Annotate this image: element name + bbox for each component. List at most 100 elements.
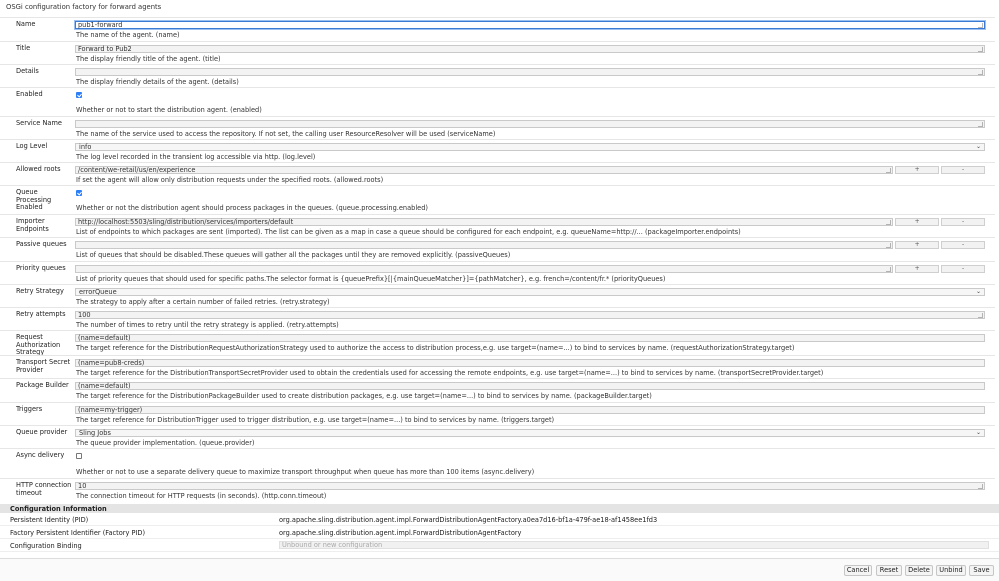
resize-grip-icon[interactable] [978, 70, 983, 75]
queue-provider-value: Sling Jobs [79, 429, 111, 437]
section-heading: Configuration Information [0, 504, 999, 513]
add-entry-button[interactable]: + [895, 265, 940, 273]
binding-field[interactable]: Unbound or new configuration [279, 541, 989, 549]
field-label: Request Authorization Strategy [16, 333, 61, 356]
retry-strategy-select[interactable]: errorQueue ⌄ [75, 288, 985, 296]
factory-pid-label: Factory Persistent Identifier (Factory P… [10, 529, 146, 537]
title-input[interactable]: Forward to Pub2 [75, 45, 985, 53]
resize-grip-icon[interactable] [978, 47, 983, 52]
add-entry-button[interactable]: + [895, 218, 940, 226]
field-description: The target reference for the Distributio… [76, 344, 795, 352]
add-entry-button[interactable]: + [895, 166, 940, 174]
chevron-down-icon: ⌄ [975, 143, 981, 150]
field-label: Triggers [16, 405, 43, 413]
row-retry-strategy: Retry Strategy errorQueue ⌄ The strategy … [0, 284, 995, 307]
allowed-roots-value: /content/we-retail/us/en/experience [78, 166, 196, 174]
field-label: Passive queues [16, 240, 67, 248]
resize-grip-icon[interactable] [886, 243, 892, 248]
allowed-roots-input[interactable]: /content/we-retail/us/en/experience [75, 166, 894, 174]
row-queue-provider: Queue provider Sling Jobs ⌄ The queue pro… [0, 425, 995, 448]
configuration-information: Configuration Information Persistent Ide… [0, 504, 999, 552]
resize-grip-icon[interactable] [978, 23, 983, 28]
field-description: The name of the service used to access t… [76, 130, 496, 138]
field-description: If set the agent will allow only distrib… [76, 176, 384, 184]
field-label: Name [16, 20, 36, 28]
add-entry-button[interactable]: + [895, 241, 940, 249]
resize-grip-icon[interactable] [978, 313, 983, 318]
retry-attempts-input[interactable]: 100 [75, 311, 985, 319]
remove-entry-button[interactable]: - [941, 166, 985, 174]
delete-button[interactable]: Delete [905, 565, 933, 576]
retry-attempts-value: 100 [78, 311, 91, 319]
row-transport-secret: Transport Secret Provider (name=pub8-cre… [0, 355, 995, 378]
field-label: Queue provider [16, 428, 68, 436]
row-enabled: Enabled Whether or not to start the dist… [0, 87, 995, 116]
field-description: Whether or not to start the distribution… [76, 106, 262, 114]
field-label: Queue Processing Enabled [16, 188, 52, 211]
resize-grip-icon[interactable] [886, 220, 892, 225]
remove-entry-button[interactable]: - [941, 218, 985, 226]
save-button[interactable]: Save [969, 565, 994, 576]
field-description: Whether or not the distribution agent sh… [76, 204, 428, 212]
request-auth-value: (name=default) [78, 334, 131, 342]
retry-strategy-value: errorQueue [79, 288, 117, 296]
row-details: Details The display friendly details of … [0, 64, 995, 87]
field-label: Title [16, 44, 31, 52]
http-timeout-input[interactable]: 10 [75, 482, 985, 490]
pid-label: Persistent Identity (PID) [10, 516, 89, 524]
row-package-builder: Package Builder (name=default) The targe… [0, 378, 995, 402]
importer-endpoints-value: http://localhost:5503/sling/distribution… [78, 218, 294, 226]
field-description: The display friendly title of the agent.… [76, 55, 221, 63]
service-name-input[interactable] [75, 120, 985, 128]
async-delivery-checkbox[interactable] [76, 453, 82, 459]
row-importer-endpoints: Importer Endpoints http://localhost:5503… [0, 214, 995, 237]
field-description: The name of the agent. (name) [76, 31, 180, 39]
resize-grip-icon[interactable] [886, 168, 892, 173]
row-name: Name pub1-forward The name of the agent.… [0, 17, 995, 41]
log-level-value: info [79, 143, 92, 151]
binding-row: Configuration Binding Unbound or new con… [0, 539, 999, 552]
row-retry-attempts: Retry attempts 100 The number of times t… [0, 307, 995, 330]
pid-row: Persistent Identity (PID) org.apache.sli… [0, 513, 999, 526]
passive-queues-input[interactable] [75, 241, 894, 249]
page-title: OSGi configuration factory for forward a… [6, 3, 162, 11]
unbind-button[interactable]: Unbind [936, 565, 966, 576]
http-timeout-value: 10 [78, 482, 87, 490]
details-input[interactable] [75, 68, 985, 76]
log-level-select[interactable]: info ⌄ [75, 143, 985, 151]
chevron-down-icon: ⌄ [975, 288, 981, 295]
field-description: The number of times to retry until the r… [76, 321, 339, 329]
resize-grip-icon[interactable] [886, 267, 892, 272]
field-description: List of endpoints to which packages are … [76, 228, 741, 236]
resize-grip-icon[interactable] [978, 122, 983, 127]
package-builder-input[interactable]: (name=default) [75, 382, 985, 390]
request-auth-input[interactable]: (name=default) [75, 334, 985, 342]
field-description: Whether or not to use a separate deliver… [76, 468, 535, 476]
queue-processing-checkbox[interactable] [76, 190, 82, 196]
remove-entry-button[interactable]: - [941, 265, 985, 273]
cancel-button[interactable]: Cancel [844, 565, 872, 576]
remove-entry-button[interactable]: - [941, 241, 985, 249]
field-description: List of queues that should be disabled.T… [76, 251, 511, 259]
field-description: The queue provider implementation. (queu… [76, 439, 255, 447]
importer-endpoints-input[interactable]: http://localhost:5503/sling/distribution… [75, 218, 894, 226]
priority-queues-input[interactable] [75, 265, 894, 273]
triggers-input[interactable]: (name=my-trigger) [75, 406, 985, 414]
field-label: Package Builder [16, 381, 69, 389]
queue-provider-select[interactable]: Sling Jobs ⌄ [75, 429, 985, 437]
row-queue-processing: Queue Processing Enabled Whether or not … [0, 185, 995, 214]
field-description: The target reference for DistributionTri… [76, 416, 555, 424]
enabled-checkbox[interactable] [76, 92, 82, 98]
row-priority-queues: Priority queues + - List of priority que… [0, 261, 995, 284]
reset-button[interactable]: Reset [876, 565, 902, 576]
field-description: The connection timeout for HTTP requests… [76, 492, 327, 500]
field-label: Priority queues [16, 264, 66, 272]
field-label: Transport Secret Provider [16, 358, 71, 374]
action-bar: Cancel Reset Delete Unbind Save [0, 558, 999, 581]
field-label: Service Name [16, 119, 62, 127]
row-title: Title Forward to Pub2 The display friend… [0, 41, 995, 64]
name-input[interactable]: pub1-forward [75, 21, 985, 29]
resize-grip-icon[interactable] [978, 484, 983, 489]
transport-secret-input[interactable]: (name=pub8-creds) [75, 359, 985, 367]
row-request-auth: Request Authorization Strategy (name=def… [0, 330, 995, 356]
